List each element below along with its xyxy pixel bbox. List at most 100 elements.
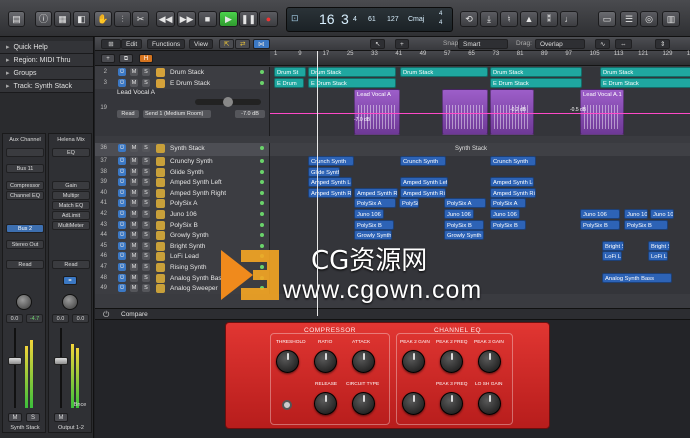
library-button[interactable]: ▤ xyxy=(8,11,25,27)
track-mute-button[interactable]: M xyxy=(130,178,138,187)
region[interactable]: LoFi Le xyxy=(648,251,668,262)
track-solo-button[interactable]: S xyxy=(142,68,150,76)
region[interactable]: Amped Synth Right xyxy=(354,187,398,198)
pan-knob[interactable] xyxy=(16,294,32,310)
catch-button[interactable]: ⇱ xyxy=(219,39,235,49)
track-on-button[interactable]: ⏻ xyxy=(118,263,126,271)
track-on-button[interactable]: ⏻ xyxy=(118,273,126,282)
mute-button[interactable]: M xyxy=(8,413,22,422)
track-solo-button[interactable]: S xyxy=(142,252,150,261)
track-lane[interactable]: Juno 106 Juno 106 Juno 106 Juno 106 Juno 10 J… xyxy=(270,209,690,220)
compressor-bypass-switch[interactable] xyxy=(282,400,292,410)
inspector-button[interactable]: ⓘ xyxy=(35,11,52,27)
peak-2-gain-knob[interactable] xyxy=(402,350,425,373)
track-mute-button[interactable]: M xyxy=(130,199,138,208)
region[interactable]: E Drum Stack xyxy=(490,78,582,88)
setting-label[interactable]: Aux Channel xyxy=(6,136,44,145)
automation-line[interactable] xyxy=(270,113,690,114)
automation-mode-button[interactable]: Read xyxy=(117,110,139,118)
replace-button[interactable]: ⤓ xyxy=(480,11,498,27)
track-mute-button[interactable]: M xyxy=(130,241,138,250)
tuner-button[interactable]: ♮ xyxy=(500,11,518,27)
volume-knob[interactable] xyxy=(223,97,233,107)
track-solo-button[interactable]: S xyxy=(142,199,150,208)
volume-fader[interactable] xyxy=(54,357,68,365)
region[interactable]: Crunch Synth xyxy=(400,156,446,166)
track-on-button[interactable]: ⏻ xyxy=(118,220,126,229)
track-on-button[interactable]: ⏻ xyxy=(118,157,126,165)
insert-slot-1[interactable]: Gain xyxy=(52,181,90,190)
track-solo-button[interactable]: S xyxy=(142,284,150,293)
track-mute-button[interactable]: M xyxy=(130,144,138,152)
track-row[interactable]: 19 Lead Vocal A Read Send 1 (Medium Room) -7… xyxy=(95,89,690,136)
region[interactable]: Juno 10 xyxy=(624,209,648,219)
track-mute-button[interactable]: M xyxy=(130,263,138,271)
metronome-button[interactable]: ♩ xyxy=(560,11,578,27)
region[interactable]: Amped Synth Left xyxy=(308,177,352,188)
peak-2-freq-knob[interactable] xyxy=(440,350,463,373)
track-solo-button[interactable]: S xyxy=(142,210,150,218)
edit-menu[interactable]: Edit xyxy=(121,39,143,49)
region[interactable]: Drum Stack xyxy=(400,67,488,77)
track-solo-button[interactable]: S xyxy=(142,144,150,152)
track-on-button[interactable]: ⏻ xyxy=(118,231,126,240)
track-lane[interactable]: Amped Synth RightAmped Synth RightAmped … xyxy=(270,187,690,199)
region[interactable]: PolySix B xyxy=(490,219,526,230)
track-header[interactable]: 42 ⏻ M S Juno 106 xyxy=(95,209,270,220)
region[interactable]: Growly Synth xyxy=(444,230,484,241)
drag-select[interactable]: Overlap xyxy=(535,39,585,49)
track-options-button[interactable]: ⧉ xyxy=(119,54,133,63)
play-button[interactable]: ▶ xyxy=(219,11,238,27)
insert-slot-1[interactable]: Compressor xyxy=(6,181,44,190)
bounce-label[interactable]: Bnce xyxy=(71,401,89,410)
smart-controls-button[interactable]: ◧ xyxy=(73,11,90,27)
region[interactable]: Drum St xyxy=(274,67,306,77)
track-row[interactable]: 38 ⏻ M S Glide Synth Glide Synth xyxy=(95,166,690,178)
track-lane[interactable]: Crunch Synth Crunch Synth Crunch Synth xyxy=(270,156,690,167)
insert-slot-2[interactable]: Channel EQ xyxy=(6,191,44,200)
mixer-button[interactable]: ⫶ xyxy=(114,11,131,27)
track-lane[interactable]: Analog Synth Bass xyxy=(270,272,690,284)
region[interactable]: Glide Synth xyxy=(308,166,340,177)
region[interactable]: Juno 106 xyxy=(490,209,520,219)
eq-knob-low[interactable] xyxy=(402,392,425,415)
pencil-tool[interactable]: + xyxy=(395,39,409,49)
peak-3-gain-knob[interactable] xyxy=(478,350,501,373)
track-header[interactable]: 46 ⏻ M S LoFi Lead xyxy=(95,251,270,263)
automation-mode[interactable]: Read xyxy=(52,260,90,269)
region[interactable]: Juno 106 xyxy=(444,209,474,219)
track-row[interactable]: 41⏻MSPolySix APolySix APolySixPolySix AP… xyxy=(95,198,690,210)
track-solo-button[interactable]: S xyxy=(142,231,150,240)
threshold-knob[interactable] xyxy=(276,350,299,373)
flex-button[interactable]: ⋈ xyxy=(253,39,270,49)
track-header[interactable]: 2 ⏻ M S Drum Stack xyxy=(95,67,270,78)
track-lane[interactable]: Drum St Drum Stack Drum Stack Drum Stack Dru… xyxy=(270,67,690,78)
track-row[interactable]: 42 ⏻ M S Juno 106 Juno 106 Juno 106 Juno 106 Jun… xyxy=(95,209,690,220)
track-on-button[interactable]: ⏻ xyxy=(118,252,126,261)
region[interactable]: Bright S xyxy=(602,240,624,251)
region[interactable]: PolySix xyxy=(399,198,419,209)
insert-slot-3[interactable]: Match EQ xyxy=(52,201,90,210)
track-solo-button[interactable]: S xyxy=(142,263,150,271)
waveform-zoom[interactable]: ∿ xyxy=(595,39,611,49)
horizontal-zoom[interactable]: ⇔ xyxy=(615,39,632,49)
track-header[interactable]: 44 ⏻ M S Growly Synth xyxy=(95,230,270,242)
region[interactable]: Amped Synth Right xyxy=(490,187,536,198)
automation-parameter[interactable]: Send 1 (Medium Room) xyxy=(143,110,211,118)
hide-button[interactable]: H xyxy=(139,54,153,63)
loop-browser-button[interactable]: ◎ xyxy=(640,11,658,27)
track-solo-button[interactable]: S xyxy=(142,220,150,229)
input-slot[interactable]: Bus 11 xyxy=(6,164,44,173)
lcd-display[interactable]: ⊡ 16 3 4 61 127 Cmaj 4 4 xyxy=(286,7,453,32)
automation-mode[interactable]: Read xyxy=(6,260,44,269)
circuit-type-knob[interactable] xyxy=(352,392,375,415)
track-on-button[interactable]: ⏻ xyxy=(118,178,126,187)
playhead[interactable] xyxy=(317,51,318,316)
power-icon[interactable]: ⏻ xyxy=(103,310,109,320)
track-mute-button[interactable]: M xyxy=(130,68,138,76)
track-on-button[interactable]: ⏻ xyxy=(118,167,126,176)
track-solo-button[interactable]: S xyxy=(142,241,150,250)
track-row[interactable]: 45 ⏻ M S Bright Synth Bright S Bright S xyxy=(95,240,690,252)
record-button[interactable]: ● xyxy=(259,11,278,27)
functions-menu[interactable]: Functions xyxy=(147,39,186,49)
